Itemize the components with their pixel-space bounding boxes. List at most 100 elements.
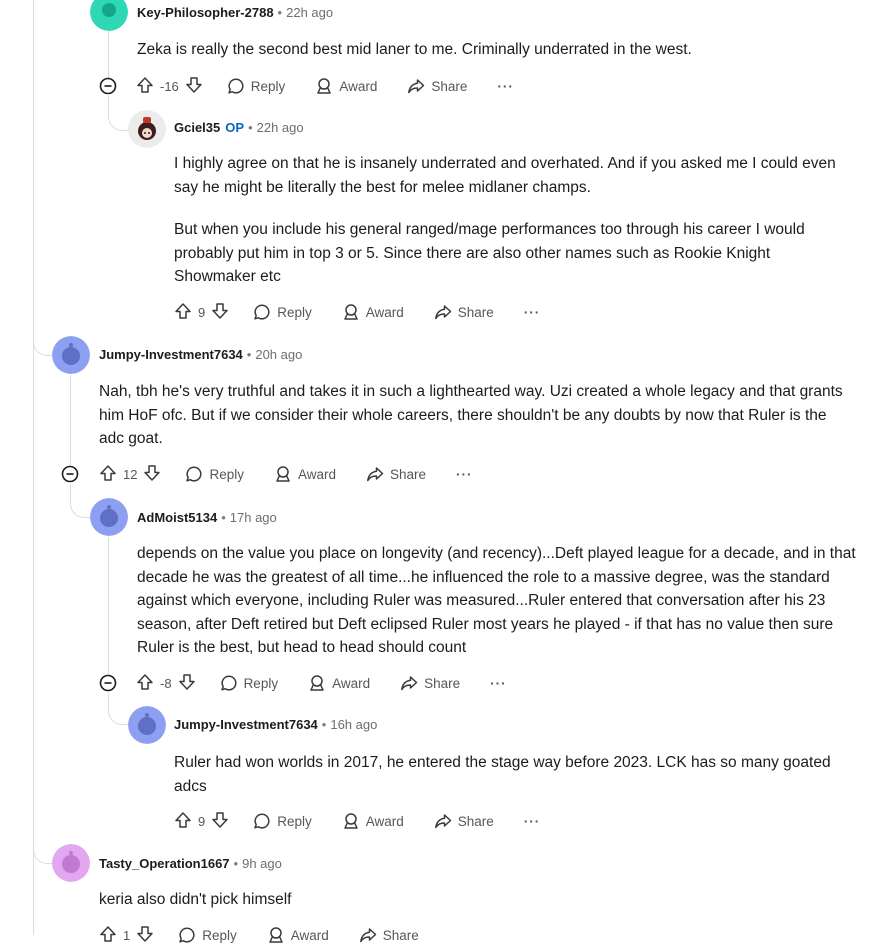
username[interactable]: Jumpy-Investment7634: [99, 347, 243, 362]
more-options-icon[interactable]: ···: [490, 676, 507, 691]
timestamp[interactable]: 9h ago: [242, 856, 282, 871]
comment-actions: -16 Reply Award Share ···: [136, 73, 514, 99]
share-button[interactable]: Share: [359, 926, 419, 944]
reply-button[interactable]: Reply: [227, 77, 286, 95]
downvote-icon[interactable]: [185, 76, 203, 97]
vote-score: 1: [123, 927, 131, 943]
award-icon: [310, 675, 324, 691]
upvote-icon[interactable]: [174, 811, 192, 832]
share-button[interactable]: Share: [407, 77, 467, 95]
avatar[interactable]: [128, 110, 166, 148]
award-label: Award: [332, 675, 371, 691]
downvote-icon[interactable]: [211, 302, 229, 323]
more-options-icon[interactable]: ···: [524, 814, 541, 829]
timestamp[interactable]: 20h ago: [255, 347, 302, 362]
reply-button[interactable]: Reply: [185, 465, 244, 483]
collapse-icon[interactable]: [99, 77, 117, 95]
vote-score: -16: [160, 78, 179, 94]
comment-bubble-icon: [179, 927, 195, 943]
downvote-icon[interactable]: [143, 464, 161, 485]
share-button[interactable]: Share: [400, 674, 460, 692]
comment-actions: -8 Reply Award Share ···: [136, 670, 507, 696]
comment-header: Key-Philosopher-2788 • 22h ago: [137, 0, 333, 24]
share-icon: [401, 676, 418, 691]
separator-dot: •: [221, 509, 226, 525]
comment-actions: 9 Reply Award Share ···: [174, 808, 540, 834]
share-label: Share: [457, 813, 494, 829]
share-icon: [434, 305, 452, 320]
avatar[interactable]: [90, 0, 128, 31]
upvote-icon[interactable]: [99, 464, 117, 485]
timestamp[interactable]: 22h ago: [257, 120, 304, 135]
share-button[interactable]: Share: [434, 812, 494, 830]
reply-button[interactable]: Reply: [253, 812, 312, 830]
separator-dot: •: [233, 855, 239, 871]
award-button[interactable]: Award: [308, 674, 370, 692]
award-label: Award: [290, 927, 329, 943]
award-button[interactable]: Award: [274, 465, 336, 483]
share-button[interactable]: Share: [434, 303, 494, 321]
upvote-icon[interactable]: [174, 302, 192, 323]
username[interactable]: Gciel35: [174, 120, 220, 135]
timestamp[interactable]: 22h ago: [286, 5, 333, 20]
avatar[interactable]: [90, 498, 128, 536]
downvote-icon[interactable]: [211, 811, 229, 832]
upvote-icon[interactable]: [136, 76, 154, 97]
avatar[interactable]: [52, 336, 90, 374]
comment-header: Gciel35 OP • 22h ago: [174, 115, 304, 139]
reply-button[interactable]: Reply: [178, 926, 237, 944]
reply-label: Reply: [277, 813, 312, 829]
separator-dot: •: [321, 716, 327, 732]
award-icon: [344, 304, 358, 320]
vote-score: -8: [160, 675, 172, 691]
avatar[interactable]: [128, 706, 166, 744]
comment-bubble-icon: [228, 78, 244, 94]
upvote-icon[interactable]: [136, 673, 154, 694]
comment-body: depends on the value you place on longev…: [137, 542, 865, 679]
separator-dot: •: [246, 346, 252, 362]
username[interactable]: Key-Philosopher-2788: [137, 5, 274, 20]
separator-dot: •: [248, 119, 253, 135]
username[interactable]: AdMoist5134: [137, 510, 217, 525]
op-badge: OP: [225, 119, 245, 135]
username[interactable]: Tasty_Operation1667: [99, 856, 230, 871]
reply-button[interactable]: Reply: [253, 303, 312, 321]
comment-text: Ruler had won worlds in 2017, he entered…: [174, 754, 831, 795]
collapse-icon[interactable]: [61, 465, 79, 483]
elbow-c6: [33, 830, 54, 864]
more-options-icon[interactable]: ···: [456, 467, 473, 482]
reply-button[interactable]: Reply: [220, 674, 279, 692]
thread-line-c4: [108, 537, 109, 674]
separator-dot: •: [277, 4, 283, 20]
award-button[interactable]: Award: [342, 812, 404, 830]
avatar[interactable]: [52, 844, 90, 882]
comment-text: I highly agree on that he is insanely un…: [174, 155, 836, 196]
reply-label: Reply: [243, 675, 279, 691]
more-options-icon[interactable]: ···: [524, 305, 541, 320]
comment-body: I highly agree on that he is insanely un…: [174, 152, 854, 308]
downvote-icon[interactable]: [136, 925, 154, 946]
share-label: Share: [431, 78, 468, 94]
username[interactable]: Jumpy-Investment7634: [174, 717, 318, 732]
more-options-icon[interactable]: ···: [497, 79, 514, 94]
share-label: Share: [457, 304, 494, 320]
upvote-icon[interactable]: [99, 925, 117, 946]
reply-label: Reply: [277, 304, 312, 320]
downvote-icon[interactable]: [178, 673, 196, 694]
vote-score: 9: [198, 813, 206, 829]
reply-label: Reply: [250, 78, 286, 94]
comment-actions: 12 Reply Award Share ···: [99, 461, 473, 487]
award-label: Award: [365, 813, 404, 829]
comment-bubble-icon: [254, 304, 270, 320]
share-button[interactable]: Share: [366, 465, 426, 483]
award-button[interactable]: Award: [315, 77, 377, 95]
timestamp[interactable]: 17h ago: [230, 510, 277, 525]
award-button[interactable]: Award: [267, 926, 329, 944]
elbow-c3: [33, 320, 54, 356]
timestamp[interactable]: 16h ago: [330, 717, 377, 732]
share-label: Share: [382, 927, 419, 943]
award-button[interactable]: Award: [342, 303, 404, 321]
thread-line-c1: [108, 30, 109, 78]
collapse-icon[interactable]: [99, 674, 117, 692]
share-icon: [359, 928, 377, 943]
